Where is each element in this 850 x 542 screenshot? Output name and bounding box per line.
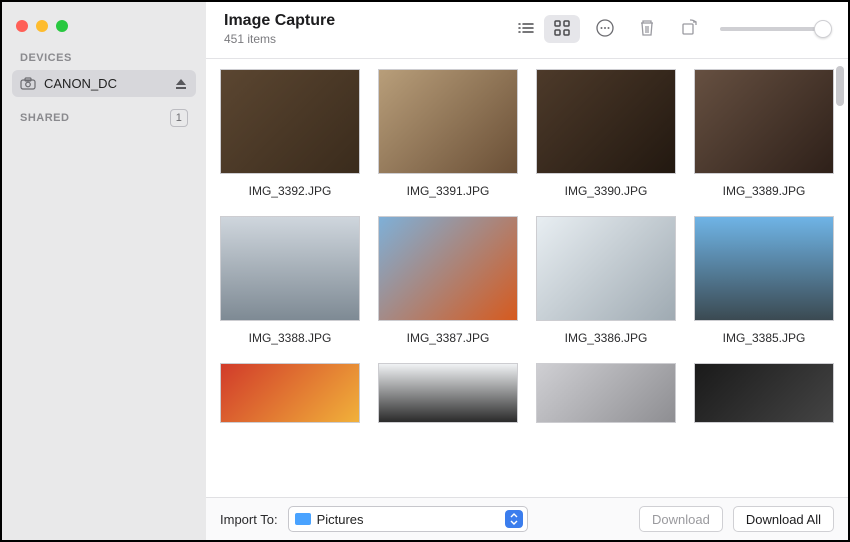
grid-view-button[interactable] [544,15,580,43]
thumbnail-image [220,69,360,174]
thumbnail-item[interactable] [536,363,676,423]
list-view-button[interactable] [508,15,544,43]
app-title: Image Capture [224,12,335,30]
list-icon [517,21,535,38]
filename-label: IMG_3386.JPG [565,331,648,345]
thumbnail-item[interactable]: IMG_3389.JPG [694,69,834,198]
window-controls [2,14,206,48]
trash-icon [638,18,656,41]
folder-icon [295,513,311,525]
title-block: Image Capture 451 items [224,12,335,46]
toolbar: Image Capture 451 items [206,2,848,59]
fullscreen-window-button[interactable] [56,20,68,32]
shared-count-badge: 1 [170,109,188,127]
rotate-button[interactable] [672,15,706,43]
view-mode-segmented [508,15,580,43]
more-options-button[interactable] [588,15,622,43]
thumbnail-item[interactable]: IMG_3392.JPG [220,69,360,198]
filename-label: IMG_3385.JPG [723,331,806,345]
import-to-label: Import To: [220,512,278,527]
slider-track [720,27,830,31]
sidebar: DEVICES CANON_DC SHARED 1 [2,2,206,540]
device-name: CANON_DC [44,76,166,91]
thumbnail-item[interactable]: IMG_3388.JPG [220,216,360,345]
thumbnail-image [694,216,834,321]
thumbnail-image [220,216,360,321]
thumbnail-size-slider[interactable] [720,27,830,31]
thumbnail-image [378,363,518,423]
thumbnail-item[interactable]: IMG_3390.JPG [536,69,676,198]
footer-bar: Import To: Pictures Download Download Al… [206,497,848,540]
app-window: DEVICES CANON_DC SHARED 1 Image Capture … [0,0,850,542]
download-button[interactable]: Download [639,506,723,532]
device-row[interactable]: CANON_DC [12,70,196,97]
thumbnail-image [220,363,360,423]
main-pane: Image Capture 451 items [206,2,848,540]
thumbnail-scroll-area[interactable]: IMG_3392.JPG IMG_3391.JPG IMG_3390.JPG I… [206,59,848,497]
minimize-window-button[interactable] [36,20,48,32]
filename-label: IMG_3389.JPG [723,184,806,198]
thumbnail-item[interactable]: IMG_3391.JPG [378,69,518,198]
thumbnail-item[interactable]: IMG_3386.JPG [536,216,676,345]
thumbnail-item[interactable] [378,363,518,423]
thumbnail-image [536,216,676,321]
thumbnail-image [694,69,834,174]
thumbnail-image [694,363,834,423]
filename-label: IMG_3387.JPG [407,331,490,345]
chevron-up-down-icon [505,510,523,528]
devices-section-label: DEVICES [2,48,206,70]
grid-icon [554,20,570,39]
slider-knob[interactable] [814,20,832,38]
download-all-button[interactable]: Download All [733,506,834,532]
thumbnail-item[interactable]: IMG_3385.JPG [694,216,834,345]
thumbnail-grid: IMG_3392.JPG IMG_3391.JPG IMG_3390.JPG I… [220,69,834,423]
filename-label: IMG_3392.JPG [249,184,332,198]
destination-name: Pictures [317,512,499,527]
import-destination-dropdown[interactable]: Pictures [288,506,528,532]
thumbnail-image [536,69,676,174]
thumbnail-image [378,69,518,174]
shared-section: SHARED 1 [2,97,206,133]
thumbnail-item[interactable]: IMG_3387.JPG [378,216,518,345]
more-icon [595,18,615,41]
thumbnail-image [378,216,518,321]
filename-label: IMG_3391.JPG [407,184,490,198]
eject-icon[interactable] [174,77,188,91]
item-count: 451 items [224,32,335,46]
rotate-icon [679,18,699,41]
filename-label: IMG_3388.JPG [249,331,332,345]
delete-button[interactable] [630,15,664,43]
thumbnail-item[interactable] [694,363,834,423]
vertical-scrollbar[interactable] [836,66,844,106]
thumbnail-image [536,363,676,423]
close-window-button[interactable] [16,20,28,32]
filename-label: IMG_3390.JPG [565,184,648,198]
shared-section-label: SHARED [20,112,69,124]
thumbnail-item[interactable] [220,363,360,423]
camera-icon [20,77,36,91]
